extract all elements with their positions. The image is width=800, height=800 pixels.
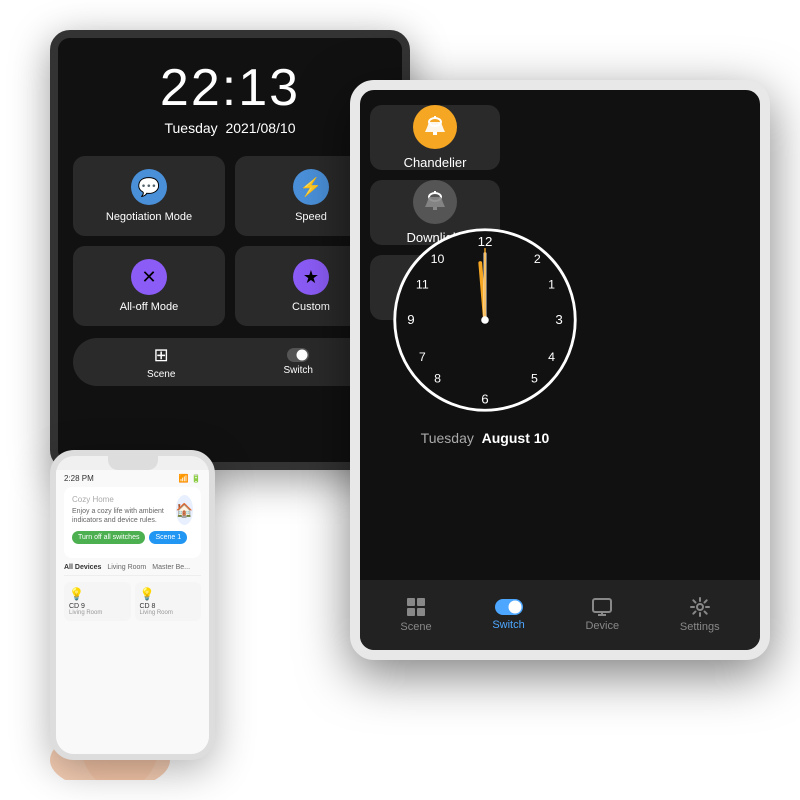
phone: 2:28 PM 📶 🔋 Cozy Home Enjoy a cozy life … [50,450,215,760]
phone-device-cd8[interactable]: 💡 CD 8 Living Room [135,582,202,621]
front-nav-device[interactable]: Device [585,598,619,632]
phone-device-cd8-icon: 💡 [140,587,197,601]
clock-face: 12 3 6 9 2 1 4 5 10 11 7 8 [390,225,580,415]
phone-device-cd8-name: CD 8 [140,603,197,610]
back-nav-switch-label: Switch [284,365,313,376]
phone-device-cd9[interactable]: 💡 CD 9 Living Room [64,582,131,621]
negotiation-icon: 💬 [131,169,167,205]
back-nav: ⊞ Scene Switch [73,338,387,386]
phone-screen: 2:28 PM 📶 🔋 Cozy Home Enjoy a cozy life … [56,470,209,754]
alloff-mode-btn[interactable]: ✕ All-off Mode [73,246,225,326]
phone-device-cd8-room: Living Room [140,610,197,616]
phone-tabs: All Devices Living Room Master Be... [64,564,201,576]
svg-text:6: 6 [481,391,488,406]
scene-icon-front [406,597,426,617]
svg-text:10: 10 [431,252,445,266]
front-nav-settings-label: Settings [680,621,720,633]
scene1-btn[interactable]: Scene 1 [149,531,187,544]
alloff-label: All-off Mode [120,301,179,313]
front-nav-device-label: Device [585,620,619,632]
front-nav-scene-label: Scene [400,621,431,633]
custom-label: Custom [292,301,330,313]
front-nav-settings[interactable]: Settings [680,597,720,633]
speed-icon: ⚡ [293,169,329,205]
svg-text:3: 3 [555,311,562,326]
scene-container: 22:13 Tuesday 2021/08/10 💬 Negotiation M… [20,20,780,780]
phone-device-cd9-room: Living Room [69,610,126,616]
back-nav-scene-label: Scene [147,369,175,380]
phone-description: Enjoy a cozy life with ambient indicator… [72,507,172,525]
svg-text:9: 9 [407,311,414,326]
svg-text:1: 1 [548,277,555,291]
settings-icon-front [690,597,710,617]
negotiation-mode-btn[interactable]: 💬 Negotiation Mode [73,156,225,236]
phone-status-bar: 2:28 PM 📶 🔋 [64,474,201,483]
scene-icon-back: ⊞ [154,345,169,366]
clock-date: Tuesday August 10 [421,430,550,446]
phone-action-btns: Turn off all switches Scene 1 [72,531,193,544]
svg-text:7: 7 [419,349,426,363]
clock-area: 12 3 6 9 2 1 4 5 10 11 7 8 [360,90,610,580]
alloff-icon: ✕ [131,259,167,295]
phone-device-cd9-name: CD 9 [69,603,126,610]
back-date: Tuesday 2021/08/10 [164,120,295,136]
phone-notch [108,456,158,470]
back-nav-scene[interactable]: ⊞ Scene [147,345,175,380]
phone-home-sublabel: Cozy Home [72,495,172,504]
back-nav-switch[interactable]: Switch [284,348,313,376]
phone-home-card: Cozy Home Enjoy a cozy life with ambient… [64,487,201,558]
phone-device-cd9-icon: 💡 [69,587,126,601]
switch-icon-front [495,599,523,615]
phone-house-icon: 🏠 [176,495,193,525]
front-nav-switch[interactable]: Switch [492,599,524,631]
turn-off-btn[interactable]: Turn off all switches [72,531,145,544]
phone-devices-grid: 💡 CD 9 Living Room 💡 CD 8 Living Room [64,582,201,621]
back-time: 22:13 [160,58,300,118]
svg-text:12: 12 [478,233,493,248]
device-icon-front [592,598,612,616]
front-nav-scene[interactable]: Scene [400,597,431,633]
svg-text:2: 2 [534,252,541,266]
tablet-front: 12 3 6 9 2 1 4 5 10 11 7 8 [350,80,770,660]
speed-label: Speed [295,211,327,223]
front-nav-switch-label: Switch [492,619,524,631]
svg-text:8: 8 [434,371,441,385]
svg-text:4: 4 [548,349,555,363]
switch-icon-back [287,348,309,362]
custom-icon: ★ [293,259,329,295]
negotiation-label: Negotiation Mode [106,211,192,223]
modes-grid: 💬 Negotiation Mode ⚡ Speed ✕ All-off Mod… [73,156,387,326]
svg-text:11: 11 [416,277,429,291]
svg-text:5: 5 [531,371,538,385]
front-nav: Scene Switch Device [360,580,760,650]
